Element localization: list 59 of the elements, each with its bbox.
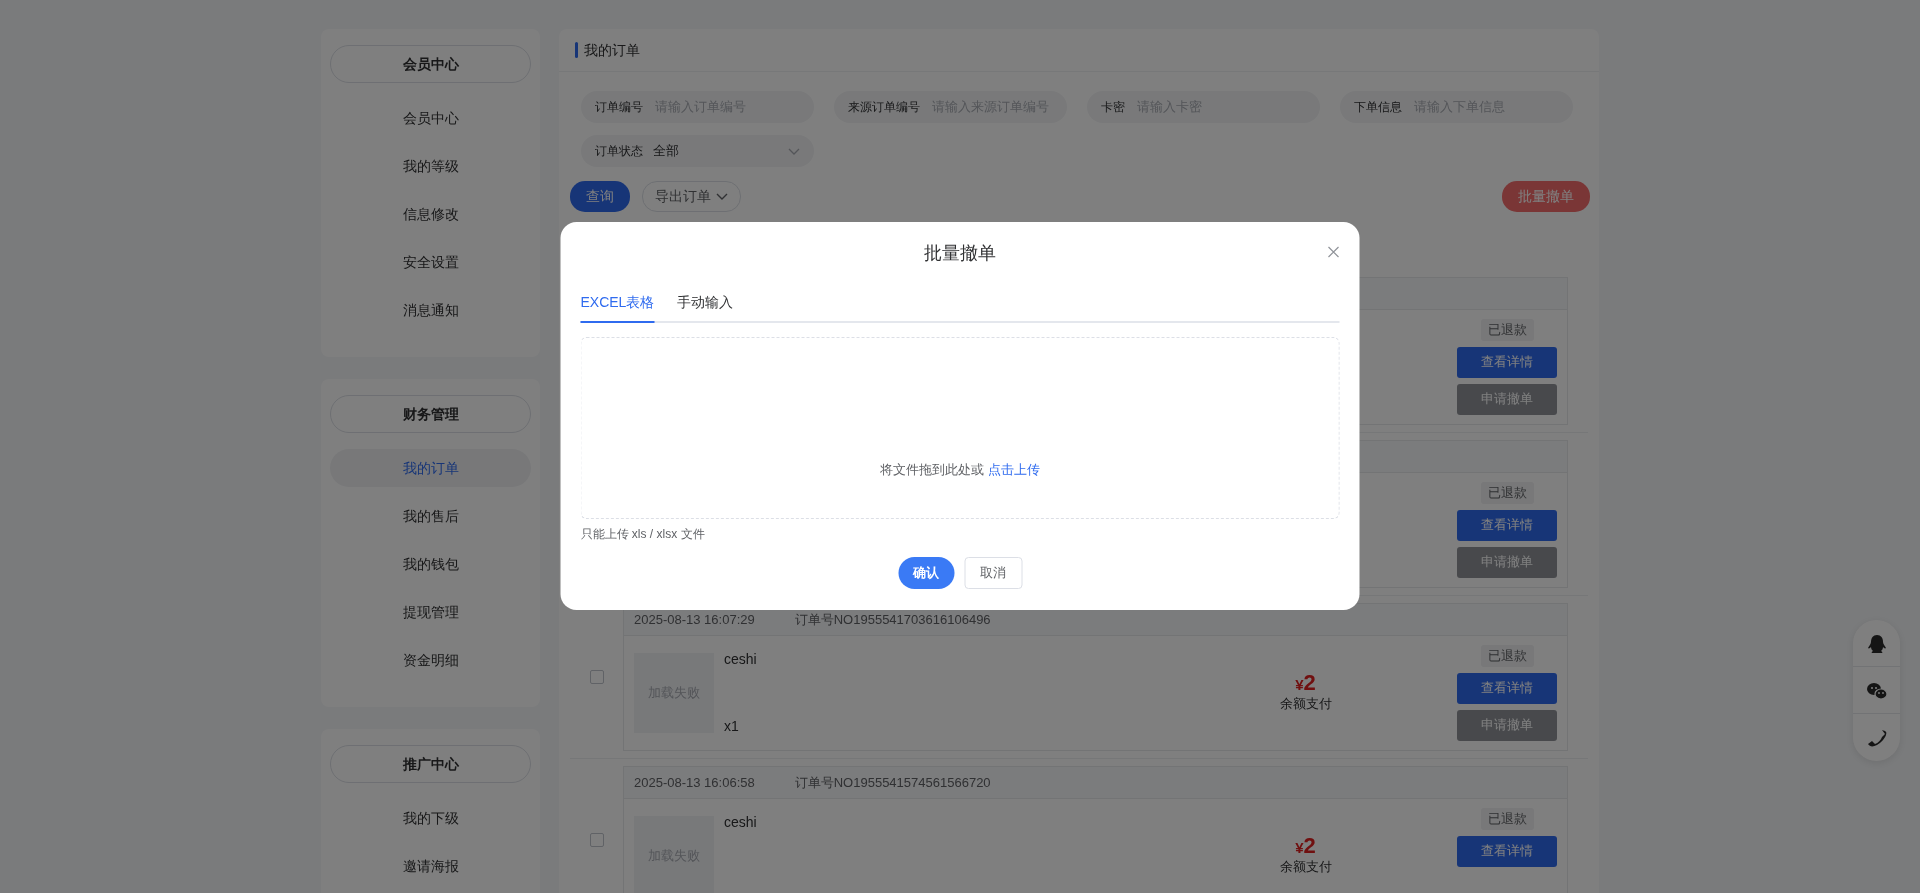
order-number: 订单号NO1955541703616106496 xyxy=(794,610,991,629)
view-details-button[interactable]: 查看详情 xyxy=(1457,509,1557,541)
product-name: ceshi xyxy=(724,650,758,669)
field-label: 下单信息 xyxy=(1354,99,1402,116)
close-button[interactable] xyxy=(1327,246,1340,258)
field-label: 卡密 xyxy=(1101,99,1125,116)
order-checkbox[interactable] xyxy=(589,670,604,684)
status-tag: 已退款 xyxy=(1480,482,1534,504)
sidebar-item[interactable]: 我的钱包 xyxy=(330,545,531,583)
order-time: 2025-08-13 16:06:58 xyxy=(634,773,755,792)
order-checkbox[interactable] xyxy=(589,833,604,847)
title-accent-bar xyxy=(575,42,578,58)
view-details-button[interactable]: 查看详情 xyxy=(1457,346,1557,378)
order-price: ¥2 xyxy=(1295,835,1316,858)
chat-icon xyxy=(1865,680,1888,700)
sidebar-item[interactable]: 我的下级 xyxy=(330,799,531,837)
dialog-title: 批量撤单 xyxy=(924,241,996,265)
status-tag: 已退款 xyxy=(1480,319,1534,341)
status-select[interactable]: 订单状态 全部 xyxy=(581,135,814,167)
field-label: 订单编号 xyxy=(595,99,643,116)
product-quantity: x1 xyxy=(724,717,740,736)
order-time: 2025-08-13 16:07:29 xyxy=(634,610,755,629)
sidebar-item[interactable]: 邀请海报 xyxy=(330,847,531,885)
sidebar-item[interactable]: 我的售后 xyxy=(330,497,531,535)
page-title: 我的订单 xyxy=(584,40,640,60)
order-number: 订单号NO1955541574561566720 xyxy=(794,773,991,792)
payment-method: 余额支付 xyxy=(1279,858,1332,877)
view-details-button[interactable]: 查看详情 xyxy=(1457,835,1557,867)
close-icon xyxy=(1327,246,1340,258)
product-name: ceshi xyxy=(724,813,758,832)
export-button[interactable]: 导出订单 xyxy=(642,181,741,212)
view-details-button[interactable]: 查看详情 xyxy=(1457,672,1557,704)
status-tag: 已退款 xyxy=(1480,808,1534,830)
sidebar-item[interactable]: 资金明细 xyxy=(330,641,531,679)
order-price: ¥2 xyxy=(1295,672,1316,695)
tab[interactable]: 手动输入 xyxy=(677,284,734,323)
field-label: 来源订单编号 xyxy=(848,99,920,116)
upload-instruction: 将文件拖到此处或 点击上传 xyxy=(880,461,1040,479)
sidebar-item[interactable]: 我的订单 xyxy=(330,449,531,487)
payment-method: 余额支付 xyxy=(1279,695,1332,714)
status-tag: 已退款 xyxy=(1480,645,1534,667)
field-label: 订单状态 xyxy=(595,143,643,160)
sidebar-item[interactable]: 会员中心 xyxy=(330,99,531,137)
query-button[interactable]: 查询 xyxy=(570,181,630,212)
penguin-icon xyxy=(1865,633,1888,653)
tab[interactable]: EXCEL表格 xyxy=(580,284,655,323)
upload-hint: 只能上传 xls / xlsx 文件 xyxy=(580,526,706,543)
sidebar-item[interactable]: 安全设置 xyxy=(330,243,531,281)
select-value: 全部 xyxy=(653,142,680,161)
chevron-down-icon xyxy=(716,193,728,200)
chevron-down-icon xyxy=(788,147,800,155)
sidebar-item[interactable]: 消息通知 xyxy=(330,291,531,329)
cancel-button[interactable]: 取消 xyxy=(964,557,1022,589)
sidebar-item[interactable]: 我的等级 xyxy=(330,147,531,185)
batch-cancel-button[interactable]: 批量撤单 xyxy=(1502,181,1590,212)
sidebar-item[interactable]: 提现管理 xyxy=(330,593,531,631)
confirm-button[interactable]: 确认 xyxy=(898,557,954,589)
upload-link[interactable]: 点击上传 xyxy=(987,462,1040,477)
sidebar-item[interactable]: 信息修改 xyxy=(330,195,531,233)
